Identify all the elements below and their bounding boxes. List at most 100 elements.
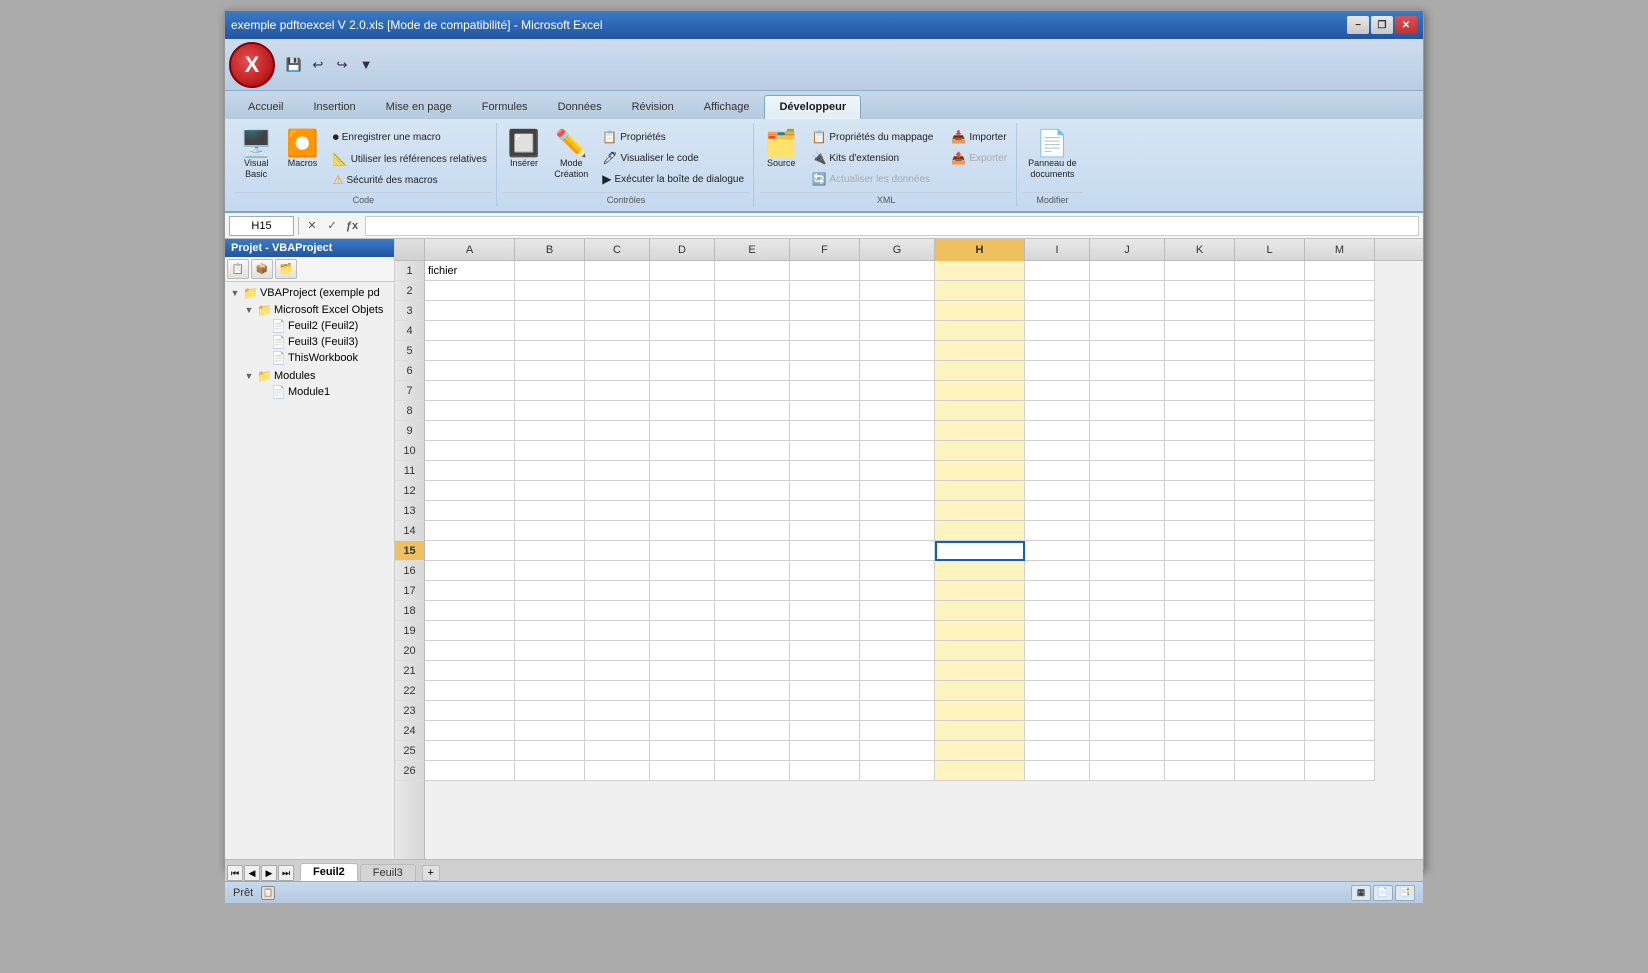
cell-M25[interactable] [1305, 741, 1375, 761]
cell-A14[interactable] [425, 521, 515, 541]
cell-I15[interactable] [1025, 541, 1090, 561]
cell-C25[interactable] [585, 741, 650, 761]
cell-D22[interactable] [650, 681, 715, 701]
cell-K22[interactable] [1165, 681, 1235, 701]
row-num-4[interactable]: 4 [395, 321, 424, 341]
row-num-13[interactable]: 13 [395, 501, 424, 521]
cell-I11[interactable] [1025, 461, 1090, 481]
cell-J2[interactable] [1090, 281, 1165, 301]
cell-J26[interactable] [1090, 761, 1165, 781]
cell-C2[interactable] [585, 281, 650, 301]
row-num-2[interactable]: 2 [395, 281, 424, 301]
cell-J19[interactable] [1090, 621, 1165, 641]
cancel-formula-button[interactable]: ✕ [303, 217, 321, 235]
cell-A20[interactable] [425, 641, 515, 661]
cell-I20[interactable] [1025, 641, 1090, 661]
cell-C11[interactable] [585, 461, 650, 481]
cell-K1[interactable] [1165, 261, 1235, 281]
cell-A6[interactable] [425, 361, 515, 381]
cell-L13[interactable] [1235, 501, 1305, 521]
col-header-f[interactable]: F [790, 239, 860, 261]
enregistrer-macro-button[interactable]: ⏺ Enregistrer une macro [328, 127, 492, 148]
proprietes-button[interactable]: 📋 Propriétés [597, 127, 749, 147]
cell-F20[interactable] [790, 641, 860, 661]
cell-M15[interactable] [1305, 541, 1375, 561]
cell-F7[interactable] [790, 381, 860, 401]
cell-M13[interactable] [1305, 501, 1375, 521]
cell-H19[interactable] [935, 621, 1025, 641]
close-button[interactable]: ✕ [1395, 16, 1417, 34]
cell-M26[interactable] [1305, 761, 1375, 781]
cell-C7[interactable] [585, 381, 650, 401]
cell-B2[interactable] [515, 281, 585, 301]
cell-E19[interactable] [715, 621, 790, 641]
cell-G12[interactable] [860, 481, 935, 501]
cell-E14[interactable] [715, 521, 790, 541]
row-num-14[interactable]: 14 [395, 521, 424, 541]
cell-I8[interactable] [1025, 401, 1090, 421]
cell-J5[interactable] [1090, 341, 1165, 361]
cell-E20[interactable] [715, 641, 790, 661]
cell-A7[interactable] [425, 381, 515, 401]
cell-L5[interactable] [1235, 341, 1305, 361]
cell-D21[interactable] [650, 661, 715, 681]
cell-A25[interactable] [425, 741, 515, 761]
cell-H3[interactable] [935, 301, 1025, 321]
cell-B25[interactable] [515, 741, 585, 761]
cell-L18[interactable] [1235, 601, 1305, 621]
inserer-button[interactable]: 🔲 Insérer [503, 127, 545, 172]
cell-F16[interactable] [790, 561, 860, 581]
cell-D26[interactable] [650, 761, 715, 781]
cell-K23[interactable] [1165, 701, 1235, 721]
cell-M4[interactable] [1305, 321, 1375, 341]
cell-L25[interactable] [1235, 741, 1305, 761]
cell-G16[interactable] [860, 561, 935, 581]
cell-G6[interactable] [860, 361, 935, 381]
cell-J8[interactable] [1090, 401, 1165, 421]
cell-D17[interactable] [650, 581, 715, 601]
cell-G21[interactable] [860, 661, 935, 681]
cell-E4[interactable] [715, 321, 790, 341]
cell-D5[interactable] [650, 341, 715, 361]
page-break-button[interactable]: 📑 [1395, 885, 1415, 901]
sidebar-toggle-btn[interactable]: 🗂️ [275, 259, 297, 279]
utiliser-references-button[interactable]: 📐 Utiliser les références relatives [328, 149, 492, 169]
cell-J3[interactable] [1090, 301, 1165, 321]
cell-K9[interactable] [1165, 421, 1235, 441]
cell-J24[interactable] [1090, 721, 1165, 741]
cell-C24[interactable] [585, 721, 650, 741]
cell-D13[interactable] [650, 501, 715, 521]
row-num-1[interactable]: 1 [395, 261, 424, 281]
cell-D3[interactable] [650, 301, 715, 321]
cell-C17[interactable] [585, 581, 650, 601]
row-num-22[interactable]: 22 [395, 681, 424, 701]
cell-I24[interactable] [1025, 721, 1090, 741]
cell-B11[interactable] [515, 461, 585, 481]
col-header-m[interactable]: M [1305, 239, 1375, 261]
row-num-24[interactable]: 24 [395, 721, 424, 741]
cell-reference-input[interactable] [229, 216, 294, 236]
col-header-k[interactable]: K [1165, 239, 1235, 261]
cell-B9[interactable] [515, 421, 585, 441]
row-num-20[interactable]: 20 [395, 641, 424, 661]
cell-H10[interactable] [935, 441, 1025, 461]
cell-I19[interactable] [1025, 621, 1090, 641]
tab-developpeur[interactable]: Développeur [764, 95, 861, 119]
cell-C21[interactable] [585, 661, 650, 681]
sheet-nav-first[interactable]: ⏮ [227, 865, 243, 881]
cell-M12[interactable] [1305, 481, 1375, 501]
cell-G26[interactable] [860, 761, 935, 781]
restore-button[interactable]: ❐ [1371, 16, 1393, 34]
cell-G23[interactable] [860, 701, 935, 721]
col-header-j[interactable]: J [1090, 239, 1165, 261]
cell-J16[interactable] [1090, 561, 1165, 581]
cell-A24[interactable] [425, 721, 515, 741]
cell-L8[interactable] [1235, 401, 1305, 421]
cell-I16[interactable] [1025, 561, 1090, 581]
cell-I17[interactable] [1025, 581, 1090, 601]
cell-I2[interactable] [1025, 281, 1090, 301]
cell-K24[interactable] [1165, 721, 1235, 741]
cell-L2[interactable] [1235, 281, 1305, 301]
cell-B12[interactable] [515, 481, 585, 501]
cell-A2[interactable] [425, 281, 515, 301]
